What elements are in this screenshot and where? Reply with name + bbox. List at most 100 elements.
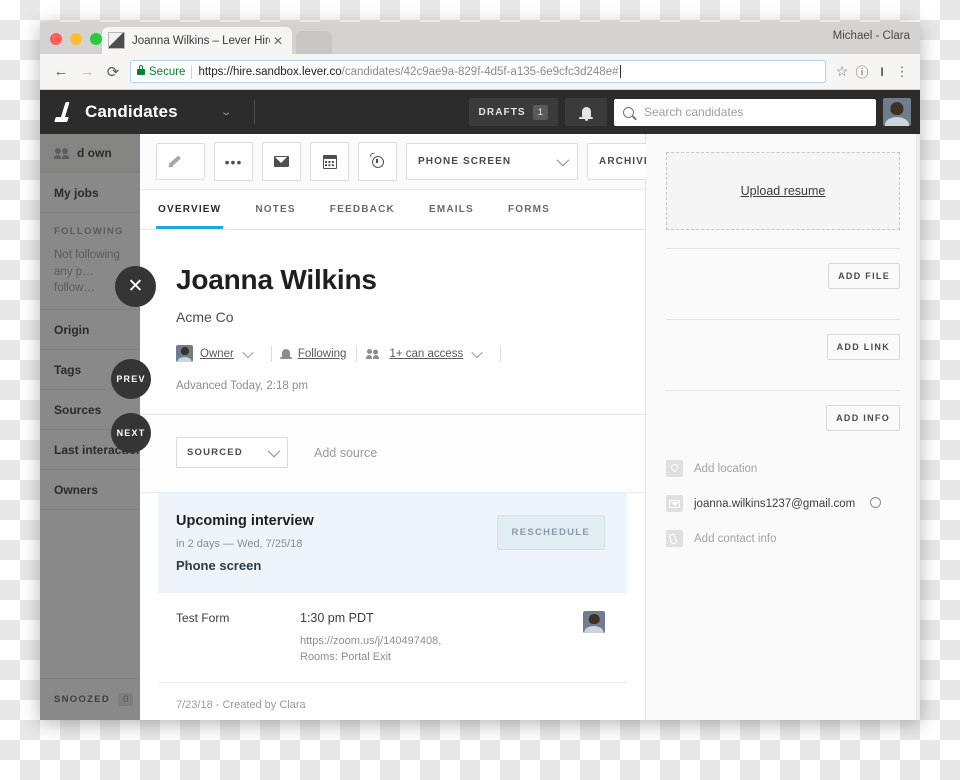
close-icon[interactable]: ✕ <box>270 34 286 48</box>
meta-divider <box>356 345 358 362</box>
snooze-button[interactable] <box>358 142 397 181</box>
contact-row-location[interactable]: Add location <box>666 451 900 486</box>
app-header: Candidates ⌄ DRAFTS 1 <box>40 90 920 134</box>
candidate-profile-header: Joanna Wilkins Acme Co Owner Following 1… <box>140 230 645 415</box>
tab-feedback[interactable]: FEEDBACK <box>328 190 397 229</box>
links-section: ADD LINK <box>666 319 900 372</box>
tab-overview[interactable]: OVERVIEW <box>156 190 224 229</box>
stage-value: PHONE SCREEN <box>418 156 512 167</box>
interview-time: 1:30 pm PDT <box>300 611 374 625</box>
add-source-link[interactable]: Add source <box>314 446 377 460</box>
upcoming-interview-card: Upcoming interview in 2 days — Wed, 7/25… <box>158 493 627 593</box>
browser-omnibox-row: ← → ⟳ Secure https://hire.sandbox.lever.… <box>40 54 920 90</box>
add-info-button[interactable]: ADD INFO <box>826 405 900 431</box>
url-path: /candidates/42c9ae9a-829f-4d5f-a135-6e9c… <box>341 65 619 78</box>
reload-icon[interactable]: ⟳ <box>100 59 126 85</box>
interview-created-line: 7/23/18 - Created by Clara <box>176 698 306 711</box>
schedule-button[interactable] <box>310 142 349 181</box>
phone-icon <box>666 530 683 547</box>
owner-avatar <box>176 345 193 362</box>
search-icon <box>623 106 634 118</box>
menu-icon[interactable]: ⋮ <box>892 60 912 84</box>
browser-tab[interactable]: Joanna Wilkins – Lever Hire ✕ <box>102 27 292 54</box>
close-window-button[interactable] <box>50 33 62 45</box>
more-actions-button[interactable]: ••• <box>214 142 253 181</box>
chevron-down-icon <box>556 153 570 167</box>
resume-dropzone[interactable]: Upload resume <box>666 152 900 230</box>
close-icon: ✕ <box>127 276 144 297</box>
interview-detail-content: 1:30 pm PDT https://zoom.us/j/140497408,… <box>300 611 567 666</box>
source-stage-dropdown[interactable]: SOURCED <box>176 437 288 468</box>
interviewer-avatar <box>583 611 605 633</box>
add-file-button[interactable]: ADD FILE <box>828 263 900 289</box>
lock-icon <box>137 64 145 75</box>
interview-location: https://zoom.us/j/140497408, Rooms: Port… <box>300 634 567 666</box>
meta-divider <box>270 345 272 362</box>
profile-icon[interactable]: I <box>872 60 892 84</box>
reschedule-button[interactable]: RESCHEDULE <box>496 515 605 550</box>
avatar[interactable] <box>883 98 911 126</box>
chevron-down-icon[interactable]: ⌄ <box>220 107 233 118</box>
forward-icon[interactable]: → <box>74 59 100 85</box>
url-separator <box>191 64 193 79</box>
page-title: Candidates <box>85 102 178 121</box>
add-note-input[interactable] <box>189 153 193 170</box>
info-icon[interactable]: ⓘ <box>852 60 872 84</box>
drafts-label: DRAFTS <box>478 106 526 118</box>
tab-emails[interactable]: EMAILS <box>427 190 476 229</box>
tab-notes[interactable]: NOTES <box>253 190 297 229</box>
secure-label: Secure <box>149 65 186 78</box>
add-note-container[interactable] <box>156 143 205 180</box>
url-bar[interactable]: Secure https://hire.sandbox.lever.co/can… <box>130 60 826 83</box>
chevron-down-icon[interactable] <box>242 346 254 358</box>
back-icon[interactable]: ← <box>48 59 74 85</box>
candidate-tabs: OVERVIEW NOTES FEEDBACK EMAILS FORMS <box>140 190 645 230</box>
stage-dropdown[interactable]: PHONE SCREEN <box>406 143 578 180</box>
app-viewport: Candidates ⌄ DRAFTS 1 Search candidates … <box>40 90 920 720</box>
header-divider <box>254 100 256 124</box>
candidate-main-panel: ••• PHONE SCREEN <box>140 134 685 720</box>
lever-logo-icon <box>54 102 75 123</box>
close-panel-button[interactable]: ✕ <box>115 266 156 307</box>
interview-summary: Upcoming interview in 2 days — Wed, 7/25… <box>176 513 497 573</box>
contact-location-text: Add location <box>694 462 758 475</box>
drafts-button[interactable]: DRAFTS 1 <box>468 98 558 126</box>
access-link[interactable]: 1+ can access <box>389 348 463 360</box>
contact-row-phone[interactable]: Add contact info <box>666 521 900 556</box>
interview-form-name: Test Form <box>176 611 230 625</box>
owner-link[interactable]: Owner <box>200 348 234 360</box>
window-user-label: Michael - Clara <box>832 30 910 42</box>
following-link[interactable]: Following <box>298 348 347 360</box>
prev-label: PREV <box>116 374 146 384</box>
minimize-window-button[interactable] <box>70 33 82 45</box>
interview-heading: Upcoming interview <box>176 513 314 529</box>
maximize-window-button[interactable] <box>90 33 102 45</box>
chevron-down-icon <box>267 444 281 458</box>
upload-resume-link[interactable]: Upload resume <box>741 184 826 198</box>
contact-phone-text: Add contact info <box>694 532 777 545</box>
new-tab-button[interactable] <box>296 31 332 54</box>
pencil-icon <box>168 155 181 168</box>
browser-tab-title: Joanna Wilkins – Lever Hire <box>132 34 270 47</box>
bookmark-star-icon[interactable]: ☆ <box>832 60 852 84</box>
favicon-icon <box>108 32 125 49</box>
scrollbar[interactable] <box>916 134 920 720</box>
candidate-meta-row: Owner Following 1+ can access <box>176 345 609 362</box>
browser-tabstrip: Joanna Wilkins – Lever Hire ✕ Michael - … <box>40 22 920 54</box>
prev-candidate-button[interactable]: PREV <box>111 359 151 399</box>
notifications-button[interactable] <box>565 98 607 126</box>
app-body: d own My jobs FOLLOWING Not following an… <box>40 134 920 720</box>
contact-row-email[interactable]: joanna.wilkins1237@gmail.com <box>666 486 900 521</box>
chevron-down-icon[interactable] <box>471 346 483 358</box>
search-input[interactable] <box>642 104 867 120</box>
tab-forms[interactable]: FORMS <box>506 190 552 229</box>
interview-type: Phone screen <box>176 558 262 573</box>
interview-location-url[interactable]: https://zoom.us/j/140497408, <box>300 634 567 650</box>
email-button[interactable] <box>262 142 301 181</box>
search-container[interactable] <box>614 98 876 126</box>
interview-detail-row: Test Form 1:30 pm PDT https://zoom.us/j/… <box>158 593 627 683</box>
next-candidate-button[interactable]: NEXT <box>111 413 151 453</box>
add-link-button[interactable]: ADD LINK <box>826 334 900 360</box>
info-section: ADD INFO <box>666 390 900 443</box>
sync-icon[interactable] <box>870 497 883 510</box>
